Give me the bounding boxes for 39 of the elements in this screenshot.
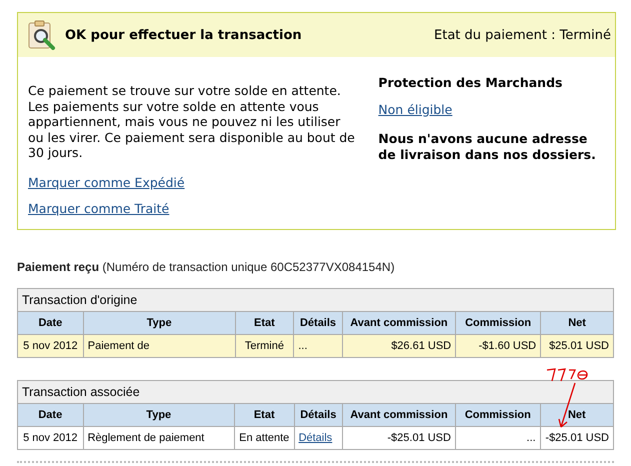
column-header: Type [83,312,236,334]
protection-heading: Protection des Marchands [378,75,562,90]
column-header: Détails [294,312,342,334]
column-header: Avant commission [342,404,456,426]
column-header: Net [540,404,614,426]
table-cell: -$25.01 USD [540,426,614,450]
column-header: Type [83,404,234,426]
table-cell: -$25.01 USD [342,426,456,450]
column-header: Détails [294,404,342,426]
address-note: Nous n'avons aucune adresse de livraison dans nos dossiers. [378,131,597,163]
column-header: Avant commission [342,312,456,334]
table-cell: ... [298,340,308,352]
mark-link[interactable]: Marquer comme Traité [28,200,170,216]
payment-summary: Paiement reçu (Numéro de transaction unique 60C52377VX084154N) [17,260,396,274]
table-caption: Transaction associée [18,380,614,404]
table-cell: -$1.60 USD [456,334,541,358]
table-cell: Terminé [235,334,294,358]
column-header: Date [18,404,84,426]
mark-link[interactable]: Marquer comme Expédié [28,174,185,190]
column-header: Commission [455,404,540,426]
table-cell: 5 nov 2012 [18,426,84,450]
table-cell: $25.01 USD [540,334,614,358]
clipboard-magnifier-icon [28,20,56,50]
table-cell: ... [455,426,540,450]
table-cell: Règlement de paiement [88,432,204,444]
column-header: Commission [456,312,541,334]
table-cell: $26.61 USD [342,334,456,358]
table-cell: 5 nov 2012 [18,334,84,358]
column-header: Etat [234,404,294,426]
eligibility-link[interactable]: Non éligible [378,102,452,117]
panel-title: OK pour effectuer la transaction [65,28,302,42]
balance-message: Ce paiement se trouve sur votre solde en attente. Les paiements sur votre solde en attente vous appartiennent, mais vous ne pouvez ni les utiliser ou les virer. Ce paiement sera disponible au bout de 30 jours. [28,83,356,160]
column-header: Net [540,312,614,334]
table-caption: Transaction d'origine [18,288,614,312]
column-header: Etat [235,312,294,334]
table-cell: En attente [234,426,294,450]
payment-status: Etat du paiement : Terminé [434,28,611,42]
table-cell: Paiement de [88,340,150,352]
column-header: Date [18,312,84,334]
